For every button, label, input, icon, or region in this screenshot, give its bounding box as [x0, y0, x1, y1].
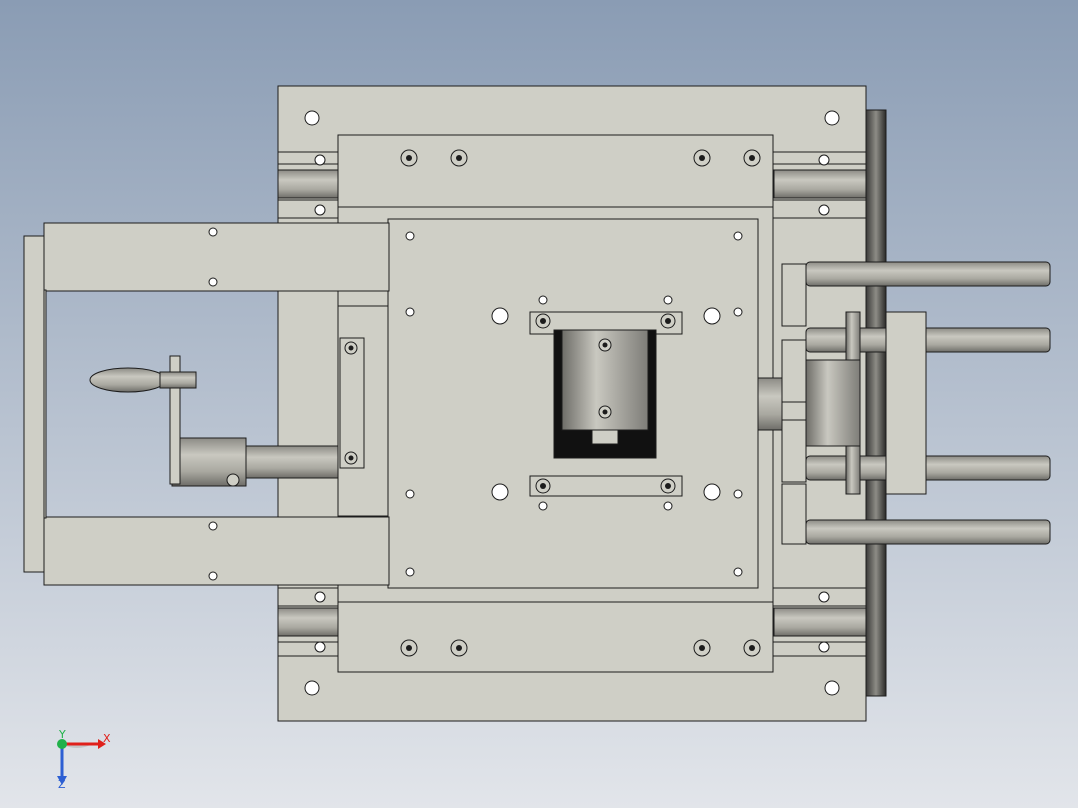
upper-slide-plate[interactable] [337, 134, 774, 208]
crank-handle[interactable] [89, 367, 197, 393]
lower-slide-plate[interactable] [337, 599, 774, 673]
x-axis-label: X [103, 732, 111, 745]
left-slot-block[interactable] [339, 337, 365, 469]
z-axis-label: Z [58, 778, 66, 791]
flange-plate[interactable] [865, 109, 887, 697]
cad-viewport[interactable]: X Y Z [0, 0, 1078, 808]
cad-model-view[interactable] [0, 0, 1078, 808]
y-axis-label: Y [59, 728, 66, 741]
